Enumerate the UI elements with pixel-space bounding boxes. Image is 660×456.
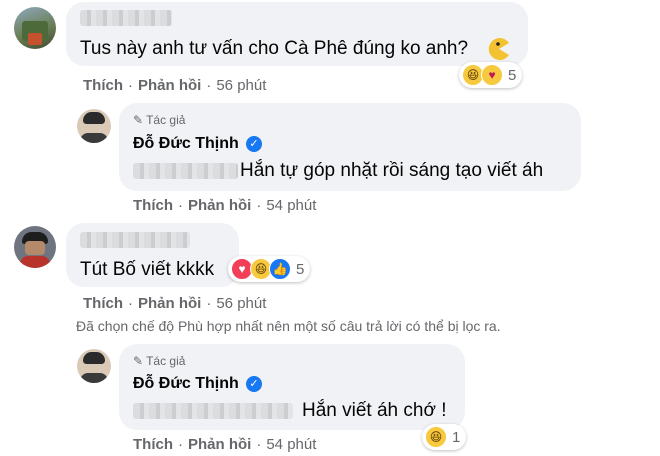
reaction-count: 5 (508, 66, 517, 84)
reaction-count: 1 (452, 428, 461, 446)
like-link[interactable]: Thích (83, 295, 123, 312)
avatar-photo-detail (25, 241, 45, 255)
like-link[interactable]: Thích (133, 436, 173, 453)
reply-actions: Thích · Phản hồi · 54 phút (133, 436, 316, 453)
reply-bubble: ✎ Tác giả Đỗ Đức Thịnh ✓ Hắn tự góp nhặt … (119, 103, 581, 191)
avatar-photo-detail (80, 133, 108, 143)
pencil-icon: ✎ (133, 113, 144, 127)
separator-dot: · (128, 77, 133, 94)
separator-dot: · (256, 436, 262, 453)
care-icon: ♥ (481, 64, 503, 86)
avatar-photo-detail (83, 112, 105, 124)
reply-link[interactable]: Phản hồi (188, 436, 251, 453)
blurred-commenter-name (80, 232, 190, 248)
pencil-icon: ✎ (133, 354, 144, 368)
blurred-mention (133, 403, 293, 419)
reply-actions: Thích · Phản hồi · 54 phút (133, 197, 316, 214)
author-tag-label: Tác giả (146, 113, 186, 127)
author-tag-label: Tác giả (146, 354, 186, 368)
reply-text: Hắn viết áh chớ ! (302, 400, 447, 421)
comment-timestamp[interactable]: 56 phút (216, 77, 266, 94)
comment-text: Tút Bố viết kkkk (80, 259, 215, 280)
verified-badge-icon: ✓ (246, 376, 262, 392)
reaction-count: 5 (296, 260, 305, 278)
reaction-summary[interactable]: 😆 ♥ 5 (459, 62, 523, 88)
author-name-link[interactable]: Đỗ Đức Thịnh (133, 375, 239, 393)
separator-dot: · (178, 197, 183, 214)
separator-dot: · (256, 197, 262, 214)
separator-dot: · (178, 436, 183, 453)
separator-dot: · (128, 295, 133, 312)
separator-dot: · (206, 77, 212, 94)
comment-actions: Thích · Phản hồi · 56 phút (83, 295, 266, 312)
blurred-mention (133, 163, 238, 179)
reaction-summary[interactable]: 😆 1 (422, 424, 467, 450)
comment-timestamp[interactable]: 56 phút (216, 295, 266, 312)
reply-text: Hắn tự góp nhặt rồi sáng tạo viết áh (240, 160, 544, 181)
reply-timestamp[interactable]: 54 phút (266, 436, 316, 453)
commenter-avatar[interactable] (14, 226, 56, 268)
reply-bubble: ✎ Tác giả Đỗ Đức Thịnh ✓ Hắn viết áh chớ … (119, 344, 465, 430)
blurred-commenter-name (80, 10, 172, 26)
reply-link[interactable]: Phản hồi (188, 197, 251, 214)
commenter-avatar[interactable] (14, 7, 56, 49)
reply-link[interactable]: Phản hồi (138, 77, 201, 94)
reply-timestamp[interactable]: 54 phút (266, 197, 316, 214)
comment-actions: Thích · Phản hồi · 56 phút (83, 77, 266, 94)
comment-bubble: Tus này anh tư vấn cho Cà Phê đúng ko an… (66, 2, 528, 66)
pacman-emoji-icon (488, 38, 509, 60)
author-avatar[interactable] (77, 349, 111, 383)
haha-icon: 😆 (425, 426, 447, 448)
avatar-photo-detail (80, 373, 108, 383)
comment-bubble: Tút Bố viết kkkk (66, 223, 239, 287)
author-tag: ✎ Tác giả (133, 354, 185, 368)
comment-text: Tus này anh tư vấn cho Cà Phê đúng ko an… (80, 38, 469, 59)
filter-notice: Đã chọn chế độ Phù hợp nhất nên một số c… (76, 318, 501, 334)
separator-dot: · (206, 295, 212, 312)
avatar-photo-detail (20, 256, 50, 268)
author-avatar[interactable] (77, 109, 111, 143)
author-name-link[interactable]: Đỗ Đức Thịnh (133, 135, 239, 153)
like-link[interactable]: Thích (133, 197, 173, 214)
avatar-photo-detail (28, 33, 42, 45)
verified-badge-icon: ✓ (246, 136, 262, 152)
like-icon: 👍 (269, 258, 291, 280)
reaction-summary[interactable]: ♥ 😆 👍 5 (228, 256, 311, 282)
like-link[interactable]: Thích (83, 77, 123, 94)
author-tag: ✎ Tác giả (133, 113, 185, 127)
avatar-photo-detail (83, 352, 105, 364)
reply-link[interactable]: Phản hồi (138, 295, 201, 312)
